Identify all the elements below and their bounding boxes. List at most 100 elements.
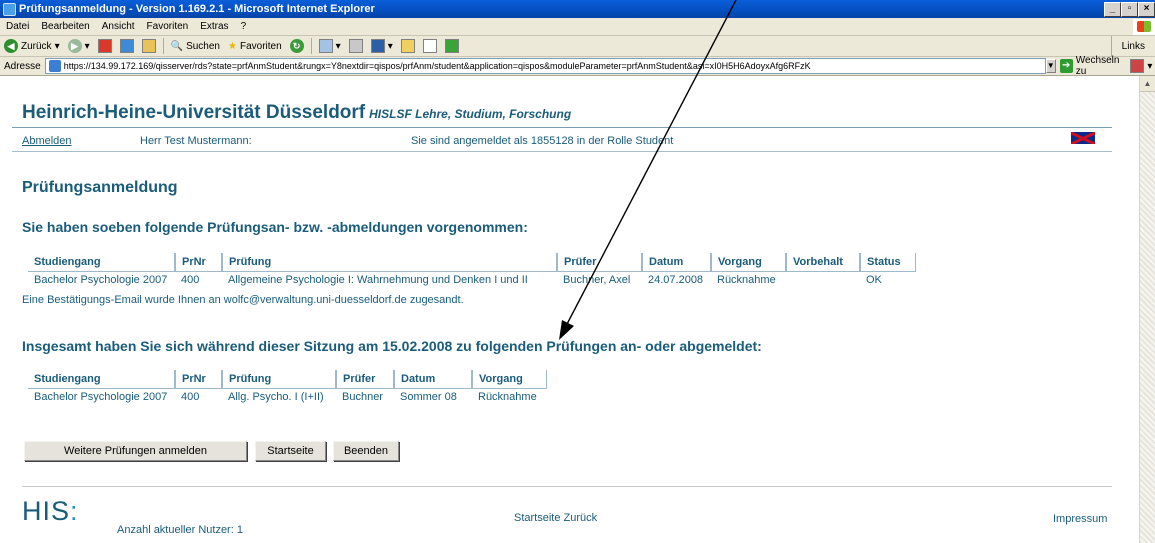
col-vorgang: Vorgang	[710, 253, 787, 272]
address-url: https://134.99.172.169/qisserver/rds?sta…	[63, 61, 811, 71]
search-button[interactable]: 🔍 Suchen	[167, 41, 224, 52]
folder-icon	[400, 39, 415, 53]
col-status: Status	[859, 253, 916, 272]
quit-button[interactable]: Beenden	[333, 441, 399, 461]
address-label: Adresse	[4, 60, 41, 72]
email-confirmation-note: Eine Bestätigungs-Email wurde Ihnen an w…	[22, 294, 464, 306]
menu-datei[interactable]: Datei	[0, 21, 35, 32]
section-recent-heading: Sie haben soeben folgende Prüfungsan- bz…	[22, 219, 528, 235]
home-button[interactable]	[138, 39, 160, 53]
english-flag-icon[interactable]	[1071, 132, 1095, 144]
menu-help[interactable]: ?	[235, 21, 253, 32]
col-prnr: PrNr	[174, 253, 223, 272]
logout-link[interactable]: Abmelden	[22, 135, 72, 147]
word-icon	[370, 39, 385, 53]
minimize-icon[interactable]: _	[1104, 1, 1121, 17]
edit-button[interactable]: ▾	[367, 39, 397, 53]
col-pruefung: Prüfung	[221, 370, 337, 389]
active-users-count: Anzahl aktueller Nutzer: 1	[117, 524, 243, 536]
refresh-button[interactable]	[116, 39, 138, 53]
table-header-row: Studiengang PrNr Prüfung Prüfer Datum Vo…	[28, 370, 547, 389]
address-bar: Adresse https://134.99.172.169/qisserver…	[0, 55, 1155, 77]
cell-vorgang: Rücknahme	[478, 391, 537, 404]
col-vorgang: Vorgang	[471, 370, 547, 389]
table-row: Bachelor Psychologie 2007 400 Allg. Psyc…	[28, 388, 546, 405]
back-arrow-icon: ◀	[4, 39, 18, 53]
university-subtitle: HISLSF Lehre, Studium, Forschung	[369, 107, 572, 121]
stop-button[interactable]	[94, 39, 116, 53]
toolbar-separator	[162, 38, 164, 54]
cell-pruefung: Allg. Psycho. I (I+II)	[228, 391, 324, 404]
university-title: Heinrich-Heine-Universität Düsseldorf HIS…	[22, 102, 571, 124]
cell-datum: 24.07.2008	[648, 274, 704, 287]
extension-icon	[1130, 59, 1145, 73]
chevron-down-icon: ▾	[54, 40, 60, 52]
address-dropdown-icon[interactable]: ▼	[1045, 59, 1056, 73]
impressum-link[interactable]: Impressum	[1053, 513, 1107, 525]
menu-extras[interactable]: Extras	[194, 21, 234, 32]
footer-back-link[interactable]: Zurück	[564, 512, 598, 524]
col-pruefung: Prüfung	[221, 253, 558, 272]
search-icon: 🔍	[170, 40, 184, 52]
toolbar-separator	[310, 38, 312, 54]
research-button[interactable]	[441, 39, 463, 53]
address-input[interactable]: https://134.99.172.169/qisserver/rds?sta…	[44, 58, 1046, 74]
login-info: Sie sind angemeldet als 1855128 in der R…	[411, 135, 674, 147]
header-divider	[12, 127, 1112, 128]
page-title: Prüfungsanmeldung	[22, 179, 178, 196]
section-session-heading: Insgesamt haben Sie sich während dieser …	[22, 338, 762, 354]
mail-button[interactable]: ▾	[315, 39, 345, 53]
his-logo: HIS:	[22, 496, 79, 527]
cell-pruefer: Buchner	[342, 391, 383, 404]
footer-divider	[22, 486, 1112, 487]
chevron-down-icon: ▾	[335, 40, 341, 52]
scroll-track[interactable]	[1140, 92, 1155, 543]
window-title: Prüfungsanmeldung - Version 1.169.2.1 - …	[19, 3, 375, 15]
footer-links: Startseite Zurück	[514, 512, 597, 524]
cell-datum: Sommer 08	[400, 391, 457, 404]
cell-studiengang: Bachelor Psychologie 2007	[34, 274, 168, 287]
menu-bar: Datei Bearbeiten Ansicht Favoriten Extra…	[0, 18, 1155, 36]
links-toolbar[interactable]: Links	[1110, 35, 1155, 57]
go-button[interactable]: ➔ Wechseln zu	[1056, 55, 1127, 77]
history-icon: ↻	[289, 39, 304, 53]
cell-pruefer: Buchner, Axel	[563, 274, 631, 287]
scroll-up-icon[interactable]: ▲	[1140, 76, 1155, 92]
col-studiengang: Studiengang	[28, 253, 176, 272]
print-button[interactable]	[345, 39, 367, 53]
vertical-scrollbar[interactable]: ▲	[1139, 76, 1155, 543]
col-prnr: PrNr	[174, 370, 223, 389]
messenger-icon	[422, 39, 437, 53]
discuss-button[interactable]	[397, 39, 419, 53]
mail-icon	[318, 39, 333, 53]
menu-favoriten[interactable]: Favoriten	[141, 21, 195, 32]
print-icon	[348, 39, 363, 53]
page-viewport: Heinrich-Heine-Universität Düsseldorf HIS…	[0, 76, 1155, 543]
footer-home-link[interactable]: Startseite	[514, 512, 560, 524]
page-content: Heinrich-Heine-Universität Düsseldorf HIS…	[0, 76, 1139, 543]
cell-pruefung: Allgemeine Psychologie I: Wahrnehmung un…	[228, 274, 528, 287]
menu-bearbeiten[interactable]: Bearbeiten	[35, 21, 95, 32]
forward-button[interactable]: ▶ ▾	[64, 39, 94, 53]
chevron-down-icon: ▾	[84, 40, 90, 52]
windows-logo-icon	[1133, 18, 1155, 35]
toolbar-extra-button[interactable]: ▾	[1126, 59, 1155, 73]
col-pruefer: Prüfer	[335, 370, 395, 389]
back-button[interactable]: ◀ Zurück ▾	[0, 39, 64, 53]
close-icon[interactable]: ×	[1138, 1, 1155, 17]
home-page-button[interactable]: Startseite	[255, 441, 326, 461]
cell-prnr: 400	[181, 274, 200, 287]
his-logo-text: HIS	[22, 496, 71, 526]
refresh-icon	[119, 39, 134, 53]
cell-vorgang: Rücknahme	[717, 274, 776, 287]
menu-ansicht[interactable]: Ansicht	[96, 21, 141, 32]
forward-arrow-icon: ▶	[67, 39, 82, 53]
messenger-button[interactable]	[419, 39, 441, 53]
stop-icon	[97, 39, 112, 53]
history-button[interactable]: ↻	[286, 39, 308, 53]
maximize-icon[interactable]: ▫	[1121, 1, 1138, 17]
session-registrations-table: Studiengang PrNr Prüfung Prüfer Datum Vo…	[28, 370, 547, 405]
favorites-button[interactable]: ★ Favoriten	[224, 41, 286, 52]
register-more-exams-button[interactable]: Weitere Prüfungen anmelden	[24, 441, 247, 461]
cell-vorbehalt	[786, 271, 860, 288]
